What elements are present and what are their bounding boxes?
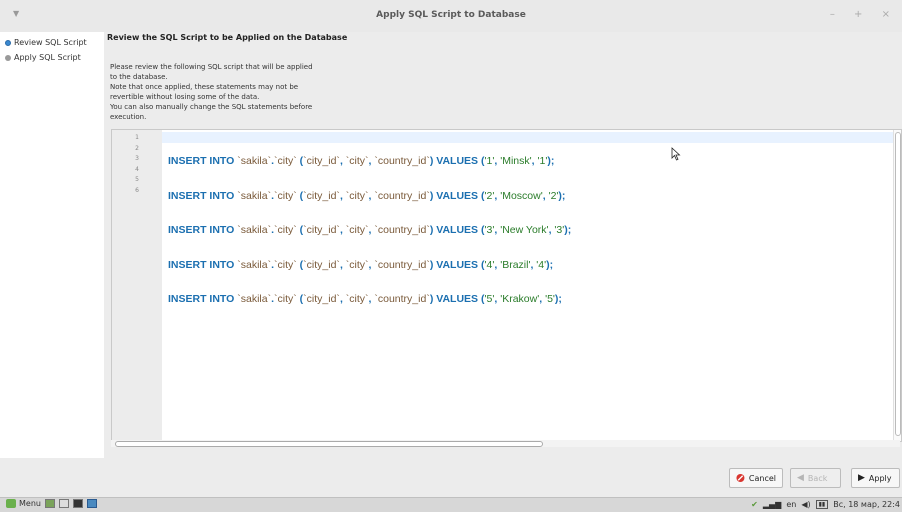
cancel-label: Cancel [748, 473, 776, 483]
line-number: 6 [135, 186, 139, 194]
code-line[interactable] [168, 329, 571, 340]
taskbar: Menu ✔ ▂▄▆ en ◀) ▮▮ Вс, 18 мар, 22:4 [0, 497, 902, 512]
step-label: Apply SQL Script [14, 53, 81, 62]
line-number: 2 [135, 144, 139, 152]
code-line[interactable]: INSERT INTO `sakila`.`city` (`city_id`, … [168, 294, 571, 305]
code-line[interactable]: INSERT INTO `sakila`.`city` (`city_id`, … [168, 259, 571, 271]
description-line: Please review the following SQL script t… [110, 63, 313, 71]
window-title: Apply SQL Script to Database [376, 10, 526, 20]
description-line: execution. [110, 113, 147, 121]
back-button[interactable]: ◀ Back [790, 468, 841, 488]
description-line: Note that once applied, these statements… [110, 83, 299, 91]
code-line[interactable]: INSERT INTO `sakila`.`city` (`city_id`, … [168, 156, 571, 167]
step-review-sql-script[interactable]: Review SQL Script [0, 35, 104, 50]
code-line[interactable]: INSERT INTO `sakila`.`city` (`city_id`, … [168, 190, 571, 202]
back-arrow-icon: ◀ [797, 473, 804, 483]
sql-editor[interactable]: 1 2 3 4 5 6 INSERT INTO `sakila`.`city` … [111, 129, 902, 442]
inactive-step-icon [5, 54, 11, 61]
main-panel: Review the SQL Script to be Applied on t… [104, 32, 902, 458]
horizontal-scroll-thumb[interactable] [115, 441, 543, 447]
description-line: revertible without losing some of the da… [110, 93, 260, 101]
vertical-scrollbar[interactable] [893, 130, 901, 441]
signal-icon[interactable]: ▂▄▆ [763, 500, 781, 509]
maximize-icon[interactable]: + [854, 9, 870, 20]
apply-button[interactable]: ▶ Apply [851, 468, 900, 488]
window-controls: – + × [830, 9, 898, 20]
battery-icon[interactable]: ▮▮ [815, 500, 829, 509]
vertical-scroll-thumb[interactable] [895, 132, 901, 436]
menu-button[interactable]: Menu [6, 499, 41, 508]
line-number-gutter: 1 2 3 4 5 6 [112, 130, 162, 441]
workbench-icon[interactable] [86, 499, 97, 508]
back-label: Back [807, 473, 828, 483]
horizontal-scrollbar[interactable] [111, 440, 900, 447]
step-label: Review SQL Script [14, 38, 87, 47]
clock[interactable]: Вс, 18 мар, 22:4 [833, 500, 900, 509]
description-line: to the database. [110, 73, 168, 81]
line-number: 4 [135, 165, 139, 173]
volume-icon[interactable]: ◀) [801, 500, 810, 509]
menu-icon [6, 499, 16, 508]
close-icon[interactable]: × [882, 9, 898, 20]
page-title: Review the SQL Script to be Applied on t… [107, 33, 348, 42]
code-line[interactable]: INSERT INTO `sakila`.`city` (`city_id`, … [168, 225, 571, 236]
files-icon[interactable] [58, 499, 69, 508]
menu-label: Menu [19, 499, 41, 508]
active-step-icon [5, 39, 11, 46]
minimize-icon[interactable]: – [830, 9, 843, 20]
description-text: Please review the following SQL script t… [110, 62, 350, 122]
title-bar: ▼ Apply SQL Script to Database – + × [0, 0, 902, 33]
shield-icon[interactable]: ✔ [751, 500, 758, 509]
mouse-pointer-icon [671, 147, 681, 161]
apply-label: Apply [868, 473, 892, 483]
terminal-icon[interactable] [72, 499, 83, 508]
cancel-icon [736, 473, 745, 483]
step-apply-sql-script[interactable]: Apply SQL Script [0, 50, 104, 65]
sql-code[interactable]: INSERT INTO `sakila`.`city` (`city_id`, … [168, 132, 571, 363]
line-number: 5 [135, 176, 139, 183]
line-number: 3 [135, 155, 139, 162]
forward-arrow-icon: ▶ [858, 473, 865, 483]
show-desktop-icon[interactable] [44, 499, 55, 508]
keyboard-layout-indicator[interactable]: en [786, 500, 796, 509]
description-line: You can also manually change the SQL sta… [110, 103, 313, 111]
wizard-steps-sidebar: Review SQL Script Apply SQL Script [0, 32, 104, 458]
line-number: 1 [135, 134, 139, 141]
cancel-button[interactable]: Cancel [729, 468, 783, 488]
